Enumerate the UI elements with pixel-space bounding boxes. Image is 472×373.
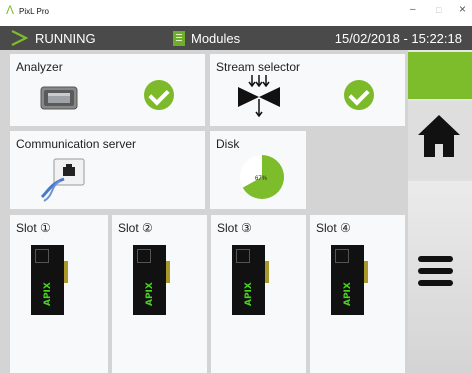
slot-4-label: Slot ④ [316,221,351,235]
maximize-button[interactable]: □ [436,5,441,15]
hamburger-menu-icon [418,256,453,292]
analyzer-tile[interactable]: Analyzer [10,54,205,126]
apix-module-icon: APIX [331,245,368,315]
disk-usage-label: 67% [255,176,268,182]
apix-module-icon: APIX [31,245,68,315]
running-arrow-icon [11,30,28,46]
stream-selector-tile[interactable]: Stream selector [210,54,405,126]
slot-2-label: Slot ② [118,221,153,235]
analyzer-label: Analyzer [16,60,63,74]
home-icon [418,115,460,157]
window-title: PixL Pro [19,7,49,16]
svg-text:APIX: APIX [43,282,53,306]
disk-tile[interactable]: Disk 67% [210,131,306,209]
sidebar-active-indicator[interactable] [408,52,472,99]
disk-label: Disk [216,137,240,151]
modules-icon [173,31,185,46]
network-port-icon [40,158,85,202]
disk-usage-pie: 67% [240,155,284,199]
analyzer-device-icon [40,86,78,110]
communication-server-tile[interactable]: Communication server [10,131,205,209]
slot-2-tile[interactable]: Slot ② APIX [112,215,207,373]
slot-3-label: Slot ③ [217,221,252,235]
status-bar: RUNNING Modules 15/02/2018 - 15:22:18 [0,26,472,50]
slot-1-label: Slot ① [16,221,51,235]
svg-text:APIX: APIX [343,282,353,306]
right-sidebar [408,50,472,373]
section-title: Modules [191,31,241,46]
home-button[interactable] [408,101,472,179]
communication-server-label: Communication server [16,137,137,151]
svg-text:APIX: APIX [244,282,254,306]
analyzer-status-check-icon [144,80,174,110]
stream-selector-label: Stream selector [216,60,301,74]
apix-module-icon: APIX [133,245,170,315]
stream-selector-status-check-icon [344,80,374,110]
slot-4-tile[interactable]: Slot ④ APIX [310,215,405,373]
svg-text:APIX: APIX [145,282,155,306]
apix-module-icon: APIX [232,245,269,315]
app-logo-icon: Λ [6,3,15,17]
modules-panel: Analyzer Stream selector Communication s… [0,50,408,373]
slot-3-tile[interactable]: Slot ③ APIX [211,215,306,373]
run-state: RUNNING [35,31,96,46]
minimize-button[interactable]: – [410,4,416,15]
window-titlebar: Λ PixL Pro – □ × [0,0,472,26]
slot-1-tile[interactable]: Slot ① APIX [10,215,108,373]
datetime: 15/02/2018 - 15:22:18 [334,31,462,46]
close-button[interactable]: × [459,2,466,16]
valve-icon [238,75,280,118]
menu-button[interactable] [408,181,472,373]
